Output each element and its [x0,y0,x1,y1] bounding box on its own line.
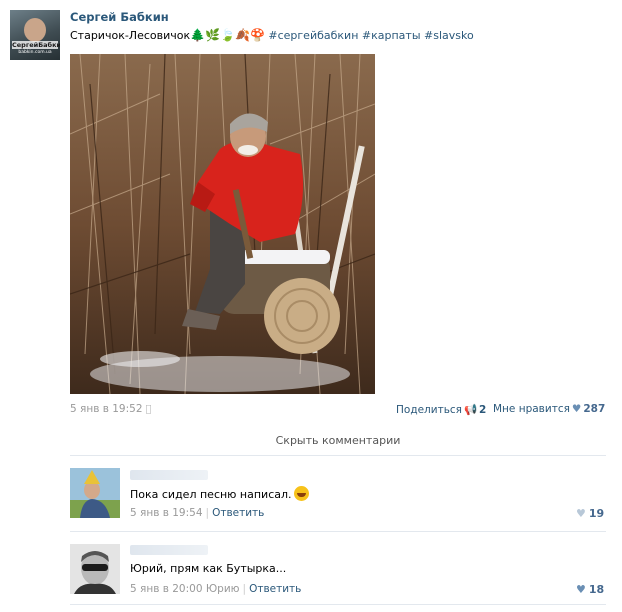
hide-comments-link[interactable]: Скрыть комментарии [70,434,606,447]
hashtag-link[interactable]: #карпаты [362,29,421,42]
megaphone-icon: 📢 [463,404,478,416]
mushroom-emoji-icon: 🍄 [249,28,265,42]
post-date[interactable]: 5 янв в 19:52 [70,403,152,415]
comment-text: Пока сидел песню написал. [130,486,309,501]
hashtag-link[interactable]: #сергейбабкин [268,29,358,42]
reply-link[interactable]: Ответить [249,583,301,595]
share-button[interactable]: Поделиться 📢 2 [396,403,486,416]
share-label: Поделиться [396,404,462,416]
commenter-avatar[interactable] [70,544,120,594]
comment-meta: 5 янв в 20:00 Юрию | Ответить [130,583,301,595]
comment-date[interactable]: 5 янв в 19:54 [130,507,203,519]
post-date-text: 5 янв в 19:52 [70,403,143,415]
hashtag-link[interactable]: #slavsko [424,29,474,42]
meta-separator: | [205,507,210,519]
commenter-avatar-image [70,544,120,594]
comment-text: Юрий, прям как Бутырка... [130,562,287,575]
heart-icon: ♥ [571,403,582,415]
divider [70,604,606,605]
divider [70,531,606,532]
share-count: 2 [479,404,487,416]
comment-like-count: 19 [588,507,605,520]
apple-icon:  [146,404,152,415]
post-hashtags: #сергейбабкин #карпаты #slavsko [268,29,473,42]
post-text: Старичок-Лесовичок🌲🌿🍃🍂🍄 #сергейбабкин #к… [70,28,474,42]
heart-icon: ♥ [576,507,586,520]
post-photo[interactable] [70,54,375,394]
leaf-emoji-icon: 🍃 [220,28,235,42]
comment-date[interactable]: 5 янв в 20:00 Юрию [130,583,240,595]
commenter-avatar[interactable] [70,468,120,518]
comment-like-count: 18 [588,583,605,596]
smiley-icon [293,486,309,501]
herb-emoji-icon: 🌿 [205,28,221,42]
comment-like-button[interactable]: ♥ 19 [576,507,604,520]
avatar-face [24,18,46,42]
meta-separator: | [242,583,247,595]
forest-photo-illustration [70,54,375,394]
avatar-caption: СергейБабкин [12,41,60,49]
post-text-body: Старичок-Лесовичок [70,29,191,42]
like-label: Мне нравится [493,403,570,415]
comment-meta: 5 янв в 19:54 | Ответить [130,507,264,519]
divider [70,455,606,456]
avatar-caption-small: babkin.com.ua [18,50,52,55]
author-avatar[interactable]: СергейБабкин babkin.com.ua [10,10,60,60]
fallen-leaf-emoji-icon: 🍂 [234,28,250,42]
post-author-name[interactable]: Сергей Бабкин [70,10,169,24]
like-count: 287 [583,403,606,415]
commenter-name[interactable] [130,470,208,480]
commenter-avatar-image [70,468,120,518]
reply-link[interactable]: Ответить [212,507,264,519]
heart-icon: ♥ [576,583,586,596]
tree-emoji-icon: 🌲 [190,28,206,42]
commenter-name[interactable] [130,545,208,555]
comment-text-body: Пока сидел песню написал. [130,488,292,501]
comment-like-button[interactable]: ♥ 18 [576,583,604,596]
like-button[interactable]: Мне нравится ♥ 287 [493,403,605,415]
